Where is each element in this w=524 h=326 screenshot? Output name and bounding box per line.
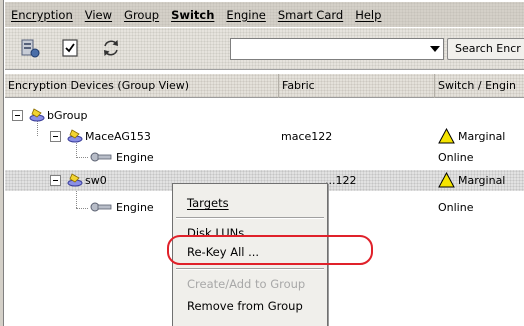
menu-item-create-add-to-group: Create/Add to Group [187,277,306,291]
add-device-icon[interactable] [19,37,41,59]
column-header-fabric[interactable]: Fabric [279,74,435,98]
menu-engine[interactable]: Engine [220,8,271,22]
toolbar: Search Encr [5,28,524,70]
menu-bar: Encryption View Group Switch Engine Smar… [5,2,524,27]
device-name: bGroup [47,109,88,122]
warning-icon [438,172,455,188]
fabric-name: mace122 [281,130,333,143]
device-name: sw0 [85,174,107,187]
engine-icon [90,202,112,212]
menu-item-remove-from-group[interactable]: Remove from Group [173,295,327,317]
menu-item-targets[interactable]: Targets [173,192,327,214]
fabric-name: ...122 [325,174,357,187]
menu-separator [176,217,324,219]
switch-device-icon [67,129,83,143]
collapse-toggle[interactable] [50,131,61,142]
device-group-icon [29,108,45,122]
table-row[interactable]: MaceAG153 mace122 Marginal [5,126,524,147]
menu-separator [176,268,324,270]
table-row[interactable]: bGroup [5,105,524,126]
application-window: Encryption View Group Switch Engine Smar… [0,0,524,326]
search-encryption-button[interactable]: Search Encr [447,38,524,60]
warning-icon [438,128,455,144]
engine-name: Engine [116,151,154,164]
status-text: Online [438,151,474,164]
engine-icon [90,152,112,162]
status-text: Marginal [458,130,506,143]
device-name: MaceAG153 [85,130,151,143]
menu-encryption[interactable]: Encryption [5,8,79,22]
menu-smart-card[interactable]: Smart Card [272,8,349,22]
window-left-border [0,0,4,326]
column-header-switch-engine[interactable]: Switch / Engin [435,74,524,98]
chevron-down-icon[interactable] [430,46,440,52]
collapse-toggle[interactable] [50,175,61,186]
collapse-toggle[interactable] [12,110,23,121]
checklist-icon[interactable] [59,37,81,59]
engine-name: Engine [116,201,154,214]
column-header-devices[interactable]: Encryption Devices (Group View) [5,74,279,98]
switch-device-icon [67,173,83,187]
status-text: Online [438,201,474,214]
menu-view[interactable]: View [79,8,118,22]
refresh-icon[interactable] [100,37,122,59]
status-text: Marginal [458,174,506,187]
table-row[interactable]: Engine Online [5,147,524,168]
table-header: Encryption Devices (Group View) Fabric S… [5,74,524,98]
annotation-highlight-ring [167,235,373,265]
menu-group[interactable]: Group [118,8,165,22]
search-combo-box[interactable] [230,38,444,60]
menu-help[interactable]: Help [349,8,387,22]
menu-switch[interactable]: Switch [165,8,220,22]
